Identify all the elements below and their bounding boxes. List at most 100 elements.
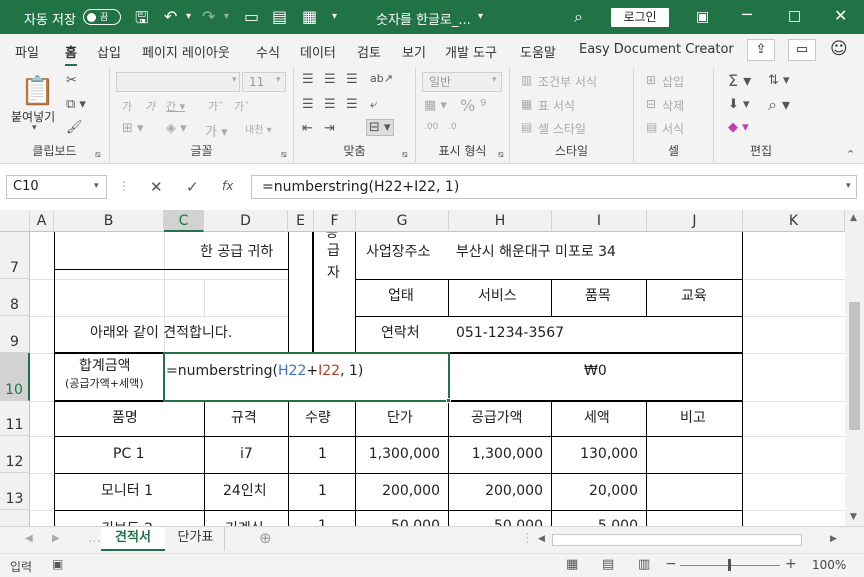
- redo-icon[interactable]: ↷: [202, 7, 215, 26]
- row-header-14[interactable]: [0, 510, 30, 526]
- macro-record-icon[interactable]: ▣: [52, 557, 63, 571]
- format-as-table-button[interactable]: 표 서식: [538, 97, 575, 114]
- number-launcher-icon[interactable]: ⧅: [498, 150, 504, 160]
- alignment-launcher-icon[interactable]: ⧅: [402, 150, 408, 160]
- table-cell[interactable]: 130,000: [552, 436, 638, 473]
- search-icon[interactable]: ⌕: [574, 7, 583, 27]
- tab-home[interactable]: 홈: [65, 42, 77, 67]
- clear-icon[interactable]: ◆ ▾: [728, 120, 749, 135]
- font-name-dropdown-icon[interactable]: ▾: [232, 75, 237, 85]
- new-file-icon[interactable]: ▭: [244, 7, 259, 26]
- sheet-tabs-more-icon[interactable]: …: [88, 531, 101, 546]
- increase-decimal-icon[interactable]: .00: [424, 122, 438, 132]
- table-cell[interactable]: 200,000: [449, 473, 543, 510]
- sheet-next-icon[interactable]: ▶: [52, 533, 60, 544]
- header-note[interactable]: 비고: [680, 401, 706, 436]
- table-cell[interactable]: i7: [240, 436, 253, 473]
- decrease-decimal-icon[interactable]: .0: [448, 122, 457, 132]
- table-cell[interactable]: 1,300,000: [356, 436, 440, 473]
- row-header-7[interactable]: 7: [0, 232, 30, 279]
- scroll-down-icon[interactable]: ▼: [850, 512, 857, 522]
- cut-icon[interactable]: ✂: [66, 73, 77, 88]
- fill-color-icon[interactable]: ◈ ▾: [166, 121, 187, 136]
- table-cell[interactable]: 24인치: [223, 473, 267, 510]
- sheet-tab-quote[interactable]: 견적서: [101, 527, 165, 551]
- total-amount-label[interactable]: 합계금액: [79, 355, 131, 375]
- header-supply-amount[interactable]: 공급가액: [471, 401, 523, 436]
- contact-value[interactable]: 051-1234-3567: [456, 315, 564, 352]
- name-box-dropdown-icon[interactable]: ▾: [94, 181, 99, 191]
- zoom-out-icon[interactable]: −: [665, 556, 677, 572]
- column-header-h[interactable]: H: [449, 210, 552, 232]
- table-format-icon[interactable]: ▦: [521, 97, 532, 111]
- vertical-scroll-thumb[interactable]: [849, 302, 860, 430]
- sheet-tab-price-list[interactable]: 단가표: [167, 527, 225, 551]
- tab-file[interactable]: 파일: [15, 42, 39, 61]
- wrap-text-icon[interactable]: ⤶: [370, 97, 377, 112]
- header-item[interactable]: 품명: [112, 401, 138, 436]
- decrease-indent-icon[interactable]: ⇤: [302, 121, 313, 136]
- merge-center-icon[interactable]: ⊟ ▾: [366, 119, 394, 136]
- scroll-split-icon[interactable]: ⋮: [521, 531, 534, 546]
- save-icon[interactable]: 🖫: [135, 7, 149, 34]
- feedback-smiley-icon[interactable]: ☺: [830, 39, 848, 59]
- c10-editing-formula[interactable]: =numberstring(H22+I22, 1): [166, 363, 363, 379]
- sheet-prev-icon[interactable]: ◀: [25, 533, 33, 544]
- row-header-11[interactable]: 11: [0, 401, 30, 436]
- tab-formulas[interactable]: 수식: [256, 42, 280, 61]
- contact-label[interactable]: 연락처: [381, 315, 420, 352]
- orientation-icon[interactable]: ab↗: [370, 72, 393, 85]
- table-cell[interactable]: 키보드 2: [101, 518, 153, 526]
- redo-dropdown-icon[interactable]: ▾: [224, 11, 229, 22]
- table-cell[interactable]: 기계식: [225, 518, 264, 526]
- table-cell[interactable]: 1: [318, 518, 327, 526]
- paste-dropdown-icon[interactable]: ▾: [32, 123, 37, 133]
- delete-cells-button[interactable]: 삭제: [662, 97, 684, 114]
- row-header-10[interactable]: 10: [0, 353, 30, 401]
- grow-font-icon[interactable]: 가ˆ: [208, 98, 224, 114]
- tab-help[interactable]: 도움말: [520, 42, 556, 61]
- find-select-icon[interactable]: ⌕ ▾: [768, 95, 790, 115]
- undo-dropdown-icon[interactable]: ▾: [186, 11, 191, 22]
- zoom-in-icon[interactable]: +: [785, 556, 797, 572]
- zoom-slider-handle[interactable]: [728, 559, 731, 571]
- ribbon-display-icon[interactable]: ▣: [696, 9, 709, 25]
- item-label[interactable]: 품목: [585, 278, 611, 315]
- column-header-g[interactable]: G: [356, 210, 449, 232]
- clipboard-launcher-icon[interactable]: ⧅: [95, 150, 101, 160]
- maximize-icon[interactable]: □: [788, 8, 801, 24]
- font-size-dropdown-icon[interactable]: ▾: [276, 75, 281, 85]
- total-amount-sublabel[interactable]: (공급가액+세액): [65, 375, 144, 391]
- insert-cells-icon[interactable]: ⊞: [646, 73, 656, 87]
- font-launcher-icon[interactable]: ⧅: [281, 150, 287, 160]
- file-name[interactable]: 숫자를 한글로_...: [376, 9, 471, 28]
- accounting-format-icon[interactable]: ▦ ▾: [424, 98, 447, 113]
- align-top-icon[interactable]: ☰: [302, 72, 314, 87]
- align-middle-icon[interactable]: ☰: [324, 72, 336, 87]
- insert-function-icon[interactable]: fx: [222, 179, 233, 193]
- address-label[interactable]: 사업장주소: [366, 241, 430, 261]
- conditional-formatting-button[interactable]: 조건부 서식: [538, 73, 597, 90]
- name-box[interactable]: C10: [6, 175, 107, 199]
- formula-input[interactable]: =numberstring(H22+I22, 1): [251, 175, 857, 199]
- font-color-icon[interactable]: 가 ▾: [205, 121, 228, 140]
- recipient-title[interactable]: 한 공급 귀하: [200, 241, 273, 261]
- expand-formula-bar-icon[interactable]: ▾: [846, 181, 851, 191]
- delete-cells-icon[interactable]: ⊟: [646, 97, 656, 111]
- minimize-icon[interactable]: ─: [742, 5, 752, 24]
- autosave-toggle[interactable]: 끔: [83, 9, 121, 25]
- bold-icon[interactable]: 가: [122, 98, 132, 114]
- column-header-c[interactable]: C: [164, 210, 204, 232]
- align-bottom-icon[interactable]: ☰: [346, 72, 358, 87]
- fill-handle[interactable]: [446, 398, 451, 403]
- phonetic-icon[interactable]: 내천 ▾: [245, 121, 272, 136]
- scroll-right-icon[interactable]: ▶: [830, 534, 837, 544]
- header-tax[interactable]: 세액: [584, 401, 610, 436]
- row-header-13[interactable]: 13: [0, 473, 30, 510]
- format-cells-icon[interactable]: ▤: [646, 120, 657, 134]
- column-header-j[interactable]: J: [647, 210, 743, 232]
- supplier-label-2[interactable]: 자: [327, 262, 340, 282]
- zoom-level[interactable]: 100%: [812, 558, 846, 572]
- table-cell[interactable]: 5,000: [552, 518, 638, 526]
- collapse-ribbon-icon[interactable]: ⌃: [846, 148, 855, 161]
